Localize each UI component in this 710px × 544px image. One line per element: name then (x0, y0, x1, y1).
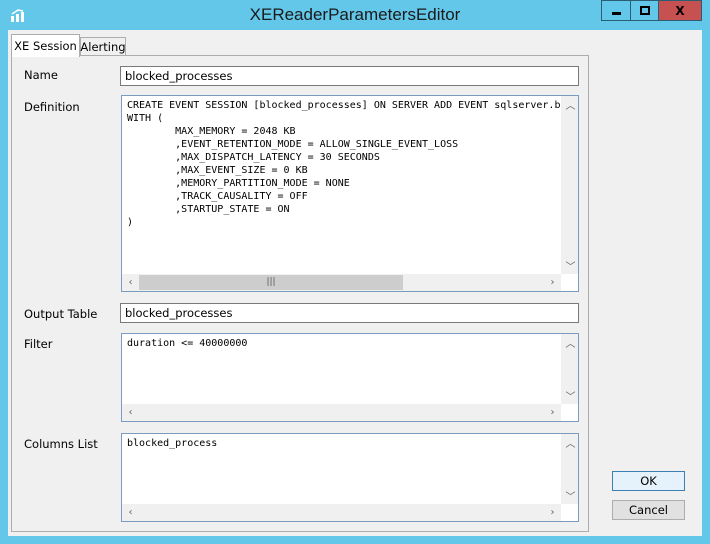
columns-list-textarea[interactable]: blocked_process ︿ ﹀ ‹ › (121, 433, 579, 522)
definition-text: CREATE EVENT SESSION [blocked_processes]… (127, 100, 560, 228)
tab-xe-session[interactable]: XE Session (11, 34, 80, 57)
minimize-icon (611, 11, 621, 15)
minimize-button[interactable] (601, 0, 630, 21)
scroll-up-icon[interactable]: ︿ (562, 96, 578, 113)
scroll-up-icon[interactable]: ︿ (562, 434, 578, 451)
scroll-down-icon[interactable]: ﹀ (562, 487, 578, 504)
name-input[interactable]: blocked_processes (120, 66, 579, 86)
definition-textarea[interactable]: CREATE EVENT SESSION [blocked_processes]… (121, 95, 579, 292)
filter-label: Filter (24, 337, 53, 351)
filter-textarea[interactable]: duration <= 40000000 ︿ ﹀ ‹ › (121, 333, 579, 422)
columns-hscrollbar[interactable]: ‹ › (122, 504, 561, 521)
filter-vscrollbar[interactable]: ︿ ﹀ (561, 334, 578, 404)
scroll-down-icon[interactable]: ﹀ (562, 387, 578, 404)
ok-button[interactable]: OK (612, 471, 685, 491)
scroll-right-icon[interactable]: › (544, 504, 561, 521)
maximize-button[interactable] (630, 0, 659, 21)
columns-list-label: Columns List (24, 437, 98, 451)
cancel-button[interactable]: Cancel (612, 500, 685, 520)
definition-vscrollbar[interactable]: ︿ ﹀ (561, 96, 578, 274)
maximize-icon (639, 6, 650, 15)
name-label: Name (24, 68, 58, 82)
close-button[interactable]: X (659, 0, 702, 21)
columns-list-text: blocked_process (127, 438, 218, 449)
filter-hscrollbar[interactable]: ‹ › (122, 404, 561, 421)
close-icon: X (675, 3, 685, 18)
definition-label: Definition (24, 100, 80, 114)
scroll-left-icon[interactable]: ‹ (122, 274, 139, 291)
definition-hscrollbar[interactable]: ‹ ||| › (122, 274, 561, 291)
scroll-left-icon[interactable]: ‹ (122, 504, 139, 521)
scroll-up-icon[interactable]: ︿ (562, 334, 578, 351)
scroll-right-icon[interactable]: › (544, 404, 561, 421)
output-table-label: Output Table (24, 307, 98, 321)
filter-text: duration <= 40000000 (127, 338, 248, 349)
columns-vscrollbar[interactable]: ︿ ﹀ (561, 434, 578, 504)
scroll-down-icon[interactable]: ﹀ (562, 257, 578, 274)
scroll-thumb[interactable]: ||| (139, 275, 403, 290)
scroll-left-icon[interactable]: ‹ (122, 404, 139, 421)
output-table-input[interactable]: blocked_processes (120, 303, 579, 323)
tab-alerting[interactable]: Alerting (80, 37, 126, 55)
scroll-right-icon[interactable]: › (544, 274, 561, 291)
